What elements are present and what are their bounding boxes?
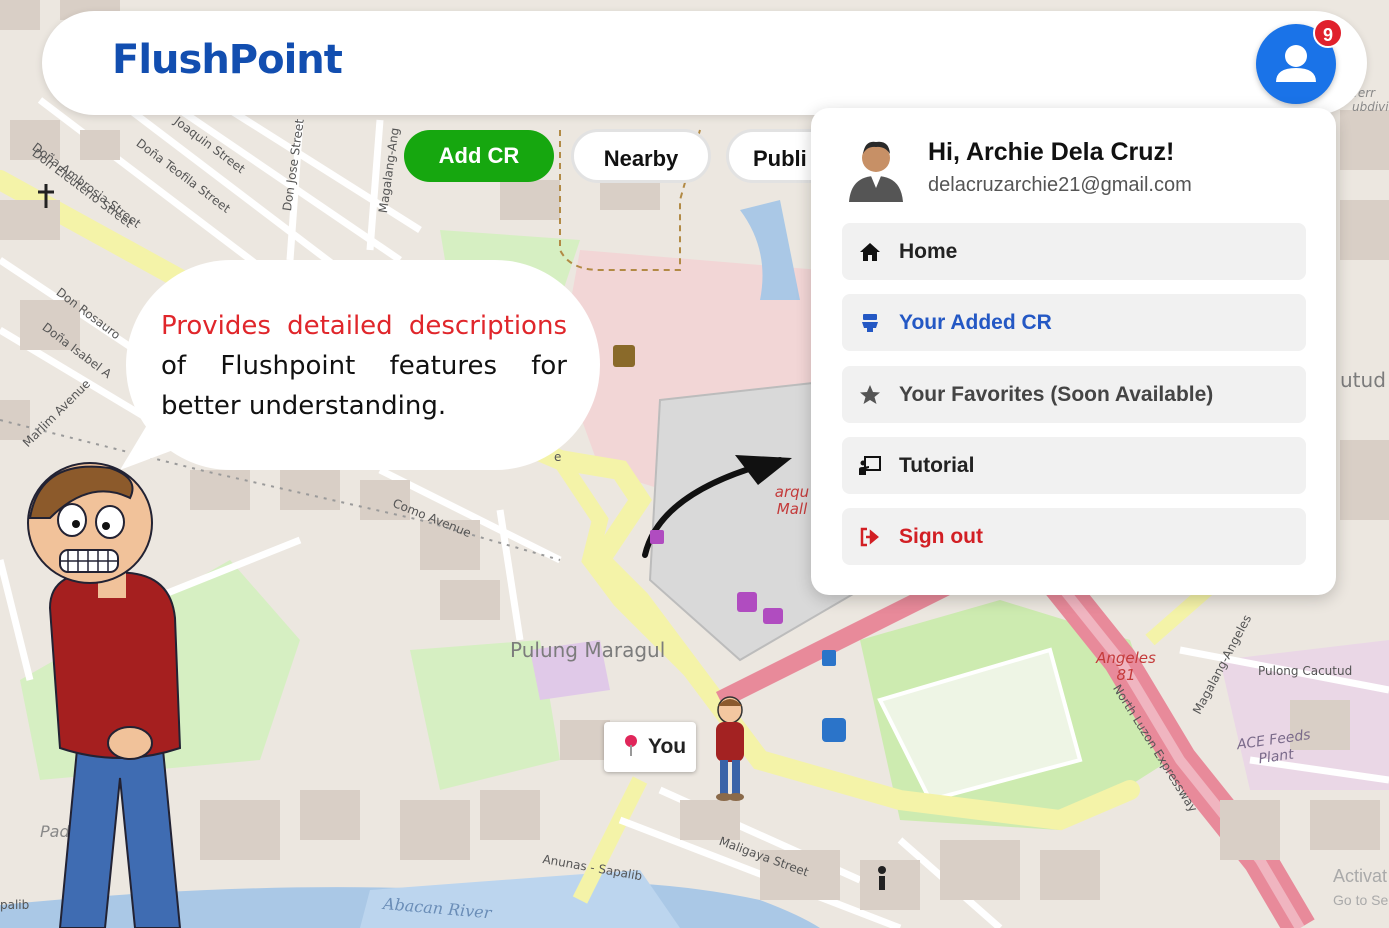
- menu-item-label: Sign out: [899, 525, 983, 548]
- label-angeles-81: Angeles 81: [1096, 649, 1156, 684]
- greeting-text: Hi, Archie Dela Cruz!: [928, 138, 1175, 166]
- home-icon: [860, 243, 880, 261]
- you-label-text: You: [648, 735, 687, 758]
- sign-out-icon: [860, 527, 879, 547]
- label-cutud: utud: [1340, 368, 1386, 392]
- menu-item-your-added-cr[interactable]: Your Added CR: [842, 294, 1306, 351]
- activation-watermark-subtitle: Go to Se: [1333, 892, 1389, 908]
- tutorial-callout: Provides detailed descriptions of Flushp…: [161, 306, 567, 426]
- user-email: delacruzarchie21@gmail.com: [928, 174, 1192, 196]
- menu-item-label: Your Added CR: [899, 311, 1052, 334]
- menu-item-label: Tutorial: [899, 454, 975, 477]
- menu-item-tutorial[interactable]: Tutorial: [842, 437, 1306, 494]
- star-icon: [860, 385, 880, 404]
- menu-item-sign-out[interactable]: Sign out: [842, 508, 1306, 565]
- toilet-icon: [862, 314, 878, 332]
- callout-rest: of Flushpoint features for better unders…: [161, 351, 567, 421]
- street-label-pulong-cacutud: Pulong Cacutud: [1258, 664, 1353, 678]
- user-avatar: [849, 141, 903, 202]
- callout-highlight: Provides detailed descriptions: [161, 311, 567, 341]
- user-character-marker-icon[interactable]: [708, 696, 752, 802]
- menu-item-home[interactable]: Home: [842, 223, 1306, 280]
- menu-item-label: Your Favorites (Soon Available): [899, 383, 1214, 406]
- menu-item-your-favorites[interactable]: Your Favorites (Soon Available): [842, 366, 1306, 423]
- menu-item-label: Home: [899, 240, 958, 263]
- location-pin-icon: [625, 735, 637, 756]
- notification-badge[interactable]: 9: [1313, 18, 1343, 48]
- tutorial-icon: [859, 456, 881, 475]
- cartoon-character-illustration: [27, 462, 182, 928]
- activation-watermark-title: Activat: [1333, 866, 1388, 886]
- label-marquee-mall: arqu Mall: [774, 483, 810, 518]
